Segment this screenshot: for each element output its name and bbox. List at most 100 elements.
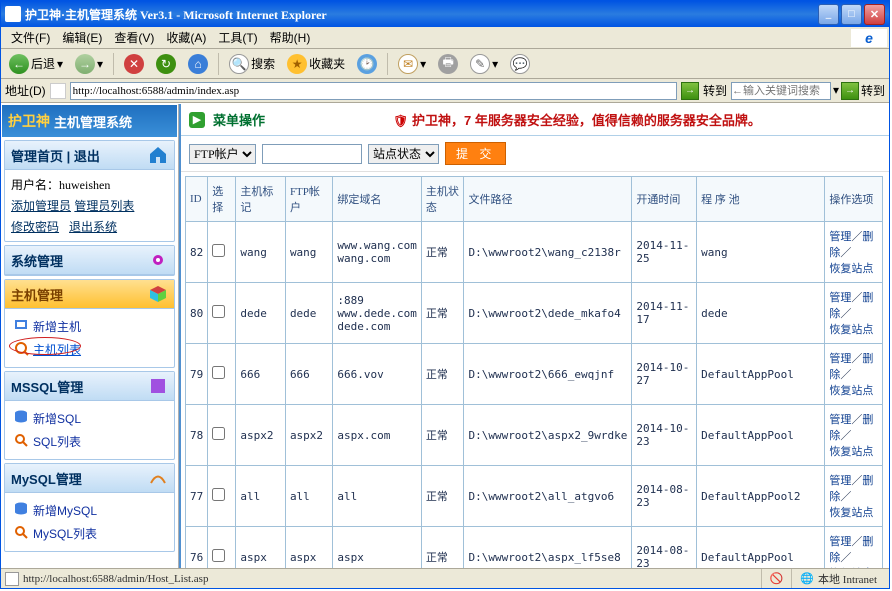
sidebar-item-host-list[interactable]: 主机列表 [11,338,168,361]
col-header: 文件路径 [464,177,632,222]
sidebar-item-new-host[interactable]: 新增主机 [11,315,168,338]
row-checkbox[interactable] [212,244,225,257]
back-button[interactable]: ←后退 ▾ [5,52,67,76]
sidebar: 护卫神 主机管理系统 管理首页 | 退出 用户名：huweishen 添加管理员… [1,104,179,568]
keyword-search-input[interactable] [731,82,831,100]
col-header: 开通时间 [632,177,697,222]
favorites-button[interactable]: ★收藏夹 [283,52,349,76]
link-change-pwd[interactable]: 修改密码 [11,220,59,234]
op-manage[interactable]: 管理 [829,292,851,304]
row-checkbox[interactable] [212,488,225,501]
op-manage[interactable]: 管理 [829,414,851,426]
cell: wang [236,222,286,283]
op-manage[interactable]: 管理 [829,536,851,548]
row-select-cell [208,222,236,283]
history-button[interactable]: 🕑 [353,52,381,76]
sidebar-item-new-mysql[interactable]: 新增MySQL [11,499,168,522]
zone-label: 本地 Intranet [818,571,877,587]
window-title: 护卫神·主机管理系统 Ver3.1 - Microsoft Internet E… [25,6,327,23]
minimize-button[interactable]: _ [818,4,839,25]
ie-logo-icon: e [851,29,887,47]
site-state-select[interactable]: 站点状态 [368,144,439,164]
cell: 2014-11-25 [632,222,697,283]
cell: 正常 [421,405,464,466]
menu-view[interactable]: 查看(V) [108,27,160,48]
op-restore[interactable]: 恢复站点 [829,263,873,275]
home-panel-icon [148,145,168,165]
filter-text-input[interactable] [262,144,362,164]
cell: 2014-10-23 [632,405,697,466]
op-restore[interactable]: 恢复站点 [829,385,873,397]
op-restore[interactable]: 恢复站点 [829,507,873,519]
stop-button[interactable]: ✕ [120,52,148,76]
address-input[interactable] [70,82,677,100]
col-header: 主机状态 [421,177,464,222]
row-ops-cell: 管理／删除／恢复站点 [825,283,883,344]
table-row: 76aspxaspxaspx正常D:\wwwroot2\aspx_lf5se82… [186,527,883,569]
link-add-admin[interactable]: 添加管理员 [11,199,71,213]
print-button[interactable]: 🖶 [434,52,462,76]
mysql-panel-header[interactable]: MySQL管理 [5,464,174,493]
refresh-button[interactable]: ↻ [152,52,180,76]
op-restore[interactable]: 恢复站点 [829,324,873,336]
menu-fav[interactable]: 收藏(A) [160,27,212,48]
close-button[interactable]: ✕ [864,4,885,25]
forward-button[interactable]: → ▾ [71,52,107,76]
row-checkbox[interactable] [212,305,225,318]
op-restore[interactable]: 恢复站点 [829,446,873,458]
search-icon [13,524,29,540]
row-select-cell [208,283,236,344]
sidebar-item-sql-list[interactable]: SQL列表 [11,430,168,453]
op-manage[interactable]: 管理 [829,231,851,243]
menu-edit[interactable]: 编辑(E) [56,27,108,48]
cell: aspx [285,527,332,569]
search-button[interactable]: 🔍搜索 [225,52,279,76]
account-type-select[interactable]: FTP帐户 [189,144,256,164]
host-panel-header[interactable]: 主机管理 [5,280,174,309]
mssql-panel-header[interactable]: MSSQL管理 [5,372,174,401]
cell: 76 [186,527,208,569]
menu-file[interactable]: 文件(F) [5,27,56,48]
cell: 2014-10-27 [632,344,697,405]
link-logout[interactable]: 退出系统 [69,220,117,234]
col-header: 绑定域名 [333,177,421,222]
zone-icon: 🌐 [800,572,814,585]
cell: aspx [236,527,286,569]
cell: 2014-11-17 [632,283,697,344]
sidebar-item-mysql-list[interactable]: MySQL列表 [11,522,168,545]
cell: wang [697,222,825,283]
menubar: 文件(F) 编辑(E) 查看(V) 收藏(A) 工具(T) 帮助(H) e [1,27,889,49]
go-label[interactable]: 转到 [703,82,727,99]
cell: 80 [186,283,208,344]
row-checkbox[interactable] [212,366,225,379]
maximize-button[interactable]: □ [841,4,862,25]
submit-button[interactable]: 提 交 [445,142,506,165]
address-bar: 地址(D) →转到 ▾ → 转到 [1,79,889,103]
mssql-icon [148,376,168,396]
home-button[interactable]: ⌂ [184,52,212,76]
keyword-go-label[interactable]: 转到 [861,82,885,99]
mysql-icon [148,468,168,488]
cell: D:\wwwroot2\all_atgvo6 [464,466,632,527]
toolbar: ←后退 ▾ → ▾ ✕ ↻ ⌂ 🔍搜索 ★收藏夹 🕑 ✉▾ 🖶 ✎▾ 💬 [1,49,889,79]
mail-button[interactable]: ✉▾ [394,52,430,76]
op-manage[interactable]: 管理 [829,353,851,365]
discuss-button[interactable]: 💬 [506,52,534,76]
sys-panel-header[interactable]: 系统管理 [5,246,174,275]
row-checkbox[interactable] [212,427,225,440]
go-button[interactable]: → [681,82,699,100]
sidebar-item-new-sql[interactable]: 新增SQL [11,407,168,430]
row-checkbox[interactable] [212,549,225,562]
status-url: http://localhost:6588/admin/Host_List.as… [23,573,208,585]
edit-button[interactable]: ✎▾ [466,52,502,76]
menu-arrow-icon[interactable]: ▶ [189,112,205,128]
menu-help[interactable]: 帮助(H) [264,27,317,48]
status-bar: http://localhost:6588/admin/Host_List.as… [1,568,889,588]
row-select-cell [208,344,236,405]
link-admin-list[interactable]: 管理员列表 [74,199,134,213]
menu-op-label[interactable]: 菜单操作 [213,110,265,129]
keyword-go-button[interactable]: → [841,82,859,100]
main-content: ▶ 菜单操作 🛡 护卫神，7 年服务器安全经验，值得信赖的服务器安全品牌。 FT… [179,104,889,568]
op-manage[interactable]: 管理 [829,475,851,487]
menu-tools[interactable]: 工具(T) [212,27,263,48]
